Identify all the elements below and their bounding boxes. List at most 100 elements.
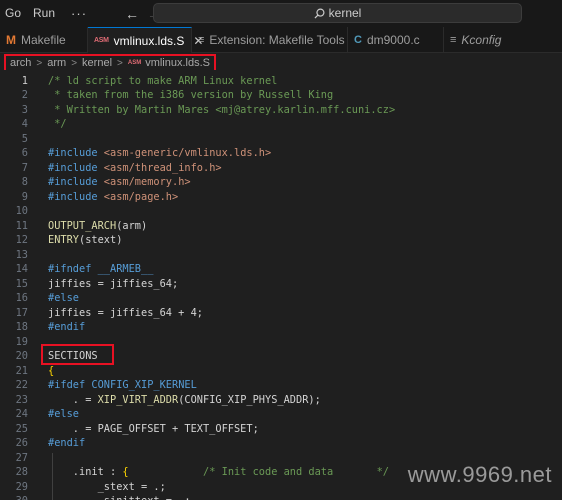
makefile-icon: M bbox=[6, 33, 16, 47]
breadcrumb-item-kernel[interactable]: kernel bbox=[82, 57, 112, 69]
breadcrumb-item-file[interactable]: vmlinux.lds.S bbox=[145, 57, 210, 69]
code-line[interactable]: 30 _sinittext = .; bbox=[0, 494, 562, 500]
line-number: 5 bbox=[21, 132, 28, 145]
code-line[interactable]: 17 jiffies = jiffies_64 + 4; bbox=[0, 306, 562, 321]
code-text: #ifdef CONFIG_XIP_KERNEL bbox=[48, 379, 197, 391]
line-number: 24 bbox=[15, 408, 28, 420]
code-line[interactable]: 27 bbox=[0, 451, 562, 466]
line-number: 8 bbox=[21, 176, 28, 188]
code-line[interactable]: 2 * taken from the i386 version by Russe… bbox=[0, 88, 562, 103]
command-center-search[interactable]: kernel bbox=[153, 3, 522, 23]
menu-go[interactable]: Go bbox=[0, 0, 27, 27]
line-number: 30 bbox=[0, 494, 28, 500]
line-number: 19 bbox=[15, 335, 28, 348]
code-text: jiffies = jiffies_64 + 4; bbox=[48, 306, 203, 319]
code-line[interactable]: 19 bbox=[0, 335, 562, 350]
code-line[interactable]: 8 #include <asm/memory.h> bbox=[0, 175, 562, 190]
line-number: 7 bbox=[21, 161, 28, 174]
code-text: ENTRY(stext) bbox=[48, 234, 123, 246]
code-editor[interactable]: www.9969.net 1/* ld script to make ARM L… bbox=[0, 70, 562, 500]
back-arrow-icon[interactable]: ← bbox=[121, 6, 143, 22]
line-number: 1 bbox=[21, 74, 28, 87]
code-text: OUTPUT_ARCH(arm) bbox=[48, 219, 148, 232]
code-line[interactable]: 15 jiffies = jiffies_64; bbox=[0, 277, 562, 292]
tab-extension-makefile-tools[interactable]: ≡ Extension: Makefile Tools bbox=[192, 27, 348, 53]
code-line[interactable]: 25 . = PAGE_OFFSET + TEXT_OFFSET; bbox=[0, 422, 562, 437]
code-line[interactable]: 6 #include <asm-generic/vmlinux.lds.h> bbox=[0, 146, 562, 161]
line-number: 11 bbox=[15, 219, 28, 232]
more-menu-icon[interactable]: ··· bbox=[63, 6, 95, 21]
code-line[interactable]: 13 bbox=[0, 248, 562, 263]
code-line[interactable]: 26 #endif bbox=[0, 436, 562, 451]
breadcrumb-item-arm[interactable]: arm bbox=[47, 57, 66, 69]
breadcrumb-item-arch[interactable]: arch bbox=[10, 57, 31, 69]
code-line[interactable]: 14 #ifndef __ARMEB__ bbox=[0, 262, 562, 277]
code-line[interactable]: 9 #include <asm/page.h> bbox=[0, 190, 562, 205]
line-number: 4 bbox=[21, 118, 28, 130]
title-bar: Go Run ··· ← → kernel bbox=[0, 0, 562, 27]
code-line[interactable]: 22 #ifdef CONFIG_XIP_KERNEL bbox=[0, 378, 562, 393]
code-text: #endif bbox=[48, 321, 86, 333]
code-line[interactable]: 28 .init : { /* Init code and data */ bbox=[0, 465, 562, 480]
line-number: 3 bbox=[21, 103, 28, 116]
code-text: { bbox=[48, 364, 55, 377]
preview-icon: ≡ bbox=[198, 34, 205, 46]
code-line[interactable]: 1 /* ld script to make ARM Linux kernel bbox=[0, 74, 562, 89]
code-text: . = XIP_VIRT_ADDR(CONFIG_XIP_PHYS_ADDR); bbox=[48, 393, 321, 406]
code-text: . = PAGE_OFFSET + TEXT_OFFSET; bbox=[48, 422, 259, 435]
line-number: 21 bbox=[15, 364, 28, 377]
code-text: SECTIONS bbox=[48, 350, 98, 362]
code-text: #include <asm-generic/vmlinux.lds.h> bbox=[48, 147, 272, 159]
code-line[interactable]: 3 * Written by Martin Mares <mj@atrey.ka… bbox=[0, 103, 562, 118]
line-number: 22 bbox=[15, 379, 28, 391]
code-text: jiffies = jiffies_64; bbox=[48, 277, 179, 290]
code-line[interactable]: 12 ENTRY(stext) bbox=[0, 233, 562, 248]
tab-label: dm9000.c bbox=[366, 33, 420, 47]
line-number: 9 bbox=[21, 190, 28, 203]
code-line[interactable]: 18 #endif bbox=[0, 320, 562, 335]
code-line[interactable]: 23 . = XIP_VIRT_ADDR(CONFIG_XIP_PHYS_ADD… bbox=[0, 393, 562, 408]
tab-kconfig[interactable]: ≡ Kconfig bbox=[444, 27, 562, 53]
code-text: _stext = .; bbox=[48, 480, 166, 493]
tab-label: Kconfig bbox=[461, 33, 502, 47]
menu-run[interactable]: Run bbox=[27, 0, 61, 27]
tab-dm9000-c[interactable]: C dm9000.c bbox=[348, 27, 444, 53]
code-line[interactable]: 20 SECTIONS bbox=[0, 349, 562, 364]
code-text: #else bbox=[48, 292, 79, 304]
code-text: _sinittext = .; bbox=[48, 494, 191, 500]
line-number: 13 bbox=[15, 248, 28, 261]
line-number: 25 bbox=[15, 422, 28, 435]
line-number: 6 bbox=[21, 147, 28, 159]
line-number: 27 bbox=[15, 451, 28, 464]
code-line[interactable]: 4 */ bbox=[0, 117, 562, 132]
line-number: 17 bbox=[15, 306, 28, 319]
line-number: 29 bbox=[15, 480, 28, 493]
tab-makefile[interactable]: M Makefile bbox=[0, 27, 88, 53]
line-number: 26 bbox=[15, 437, 28, 449]
tab-vmlinux-lds[interactable]: ASM vmlinux.lds.S ✕ bbox=[88, 27, 203, 53]
code-line[interactable]: 21 { bbox=[0, 364, 562, 379]
code-line[interactable]: 24 #else bbox=[0, 407, 562, 422]
c-file-icon: C bbox=[354, 34, 362, 46]
editor-tab-bar: M Makefile ASM vmlinux.lds.S ✕ ≡ Extensi… bbox=[0, 27, 562, 53]
code-line[interactable]: 7 #include <asm/thread_info.h> bbox=[0, 161, 562, 176]
code-line[interactable]: 10 bbox=[0, 204, 562, 219]
line-number: 15 bbox=[15, 277, 28, 290]
line-number: 28 bbox=[15, 466, 28, 478]
line-number: 10 bbox=[15, 205, 28, 217]
code-text: #else bbox=[48, 408, 79, 420]
tab-label: vmlinux.lds.S bbox=[113, 33, 185, 48]
code-line[interactable]: 11 OUTPUT_ARCH(arm) bbox=[0, 219, 562, 234]
code-text: .init : { /* Init code and data */ bbox=[48, 466, 389, 478]
chevron-right-icon: > bbox=[36, 57, 43, 69]
code-text: /* ld script to make ARM Linux kernel bbox=[48, 74, 278, 87]
code-line[interactable]: 5 bbox=[0, 132, 562, 147]
code-text: * taken from the i386 version by Russell… bbox=[48, 89, 334, 101]
code-line[interactable]: 29 _stext = .; bbox=[0, 480, 562, 495]
code-line[interactable]: 16 #else bbox=[0, 291, 562, 306]
code-text: #include <asm/memory.h> bbox=[48, 176, 191, 188]
code-text: #endif bbox=[48, 437, 86, 449]
file-lines-icon: ≡ bbox=[450, 34, 457, 46]
line-number: 14 bbox=[15, 263, 28, 275]
search-text: kernel bbox=[328, 6, 362, 20]
